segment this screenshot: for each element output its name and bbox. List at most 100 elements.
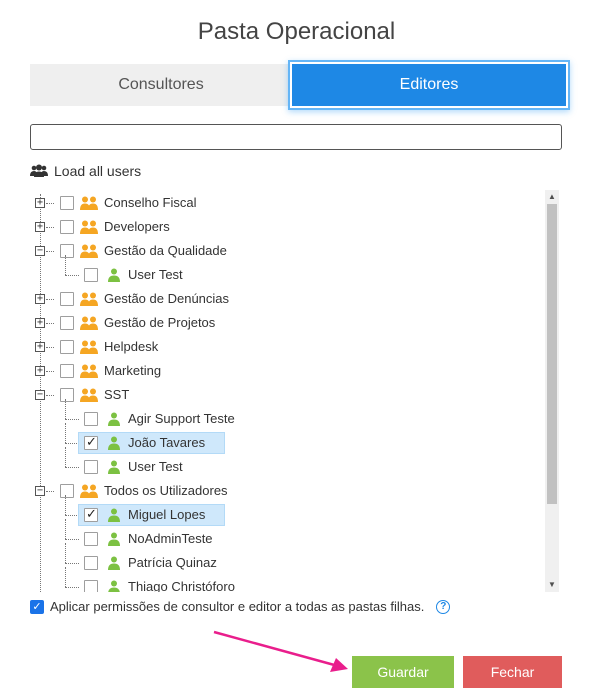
group-icon — [80, 316, 98, 335]
group-icon — [80, 364, 98, 383]
tree-branch-line — [65, 563, 79, 564]
tree-user-label[interactable]: NoAdminTeste — [128, 531, 213, 546]
help-icon[interactable]: ? — [436, 599, 451, 614]
user-icon — [108, 436, 120, 455]
group-checkbox[interactable] — [60, 364, 74, 378]
collapse-icon[interactable]: − — [35, 390, 45, 400]
user-icon — [108, 556, 120, 575]
dialog-title: Pasta Operacional — [197, 18, 396, 45]
group-icon — [80, 244, 98, 263]
user-checkbox[interactable] — [84, 434, 98, 450]
load-all-users-label: Load all users — [54, 163, 142, 179]
tree-branch-line — [46, 227, 54, 228]
group-checkbox[interactable] — [60, 292, 74, 306]
tree-user-label[interactable]: Miguel Lopes — [128, 507, 205, 522]
tree-child-guide-line — [65, 399, 66, 419]
group-checkbox[interactable] — [60, 484, 74, 498]
load-all-users-link[interactable]: Load all users — [30, 163, 141, 179]
close-button[interactable]: Fechar — [463, 656, 562, 688]
group-checkbox[interactable] — [60, 388, 74, 402]
group-icon — [80, 388, 98, 407]
user-checkbox[interactable] — [84, 268, 98, 282]
tree-user-label[interactable]: João Tavares — [128, 435, 205, 450]
tree-user-label[interactable]: User Test — [128, 267, 183, 282]
user-icon — [108, 412, 120, 431]
save-button[interactable]: Guardar — [352, 656, 454, 688]
group-icon — [80, 196, 98, 215]
expand-icon[interactable]: + — [35, 222, 45, 232]
tree-branch-line — [46, 395, 54, 396]
tree-branch-line — [46, 347, 54, 348]
expand-icon[interactable]: + — [35, 198, 45, 208]
group-checkbox[interactable] — [60, 316, 74, 330]
user-icon — [108, 580, 120, 592]
tab-bar: Consultores Editores — [30, 64, 566, 106]
apply-to-children-checkbox[interactable]: ✓ — [30, 599, 44, 614]
user-tree: + Conselho Fiscal + Developers − Gestão da Qu… — [30, 190, 560, 592]
tree-branch-line — [65, 419, 79, 420]
tree-group-label[interactable]: SST — [104, 387, 129, 402]
tree-branch-line — [65, 587, 79, 588]
tree-group-label[interactable]: Developers — [104, 219, 170, 234]
apply-to-children-label: Aplicar permissões de consultor e editor… — [50, 599, 425, 614]
user-checkbox[interactable] — [84, 580, 98, 592]
collapse-icon[interactable]: − — [35, 486, 45, 496]
expand-icon[interactable]: + — [35, 366, 45, 376]
group-checkbox[interactable] — [60, 196, 74, 210]
tree-child-guide-line — [65, 423, 66, 443]
group-checkbox[interactable] — [60, 340, 74, 354]
tree-child-guide-line — [65, 447, 66, 467]
tree-user-label[interactable]: Agir Support Teste — [128, 411, 235, 426]
user-checkbox[interactable] — [84, 412, 98, 426]
tree-group-label[interactable]: Todos os Utilizadores — [104, 483, 228, 498]
scroll-up-icon[interactable]: ▲ — [545, 190, 559, 204]
group-checkbox[interactable] — [60, 244, 74, 258]
tab-editores[interactable]: Editores — [292, 64, 566, 106]
user-icon — [108, 268, 120, 287]
tree-branch-line — [46, 491, 54, 492]
expand-icon[interactable]: + — [35, 342, 45, 352]
group-icon — [80, 340, 98, 359]
tree-branch-line — [46, 203, 54, 204]
scroll-down-icon[interactable]: ▼ — [545, 578, 559, 592]
user-checkbox[interactable] — [84, 532, 98, 546]
tree-group-label[interactable]: Gestão de Denúncias — [104, 291, 229, 306]
collapse-icon[interactable]: − — [35, 246, 45, 256]
group-checkbox[interactable] — [60, 220, 74, 234]
expand-icon[interactable]: + — [35, 294, 45, 304]
tree-branch-line — [65, 275, 79, 276]
user-checkbox[interactable] — [84, 506, 98, 522]
tree-branch-line — [65, 443, 79, 444]
user-icon — [108, 532, 120, 551]
annotation-arrow-icon — [213, 630, 348, 672]
tree-group-label[interactable]: Conselho Fiscal — [104, 195, 197, 210]
tree-user-label[interactable]: Thiago Christóforo — [128, 579, 235, 592]
tree-branch-line — [46, 371, 54, 372]
tree-child-guide-line — [65, 567, 66, 587]
group-icon — [80, 220, 98, 239]
tree-group-label[interactable]: Marketing — [104, 363, 161, 378]
user-tree-content: + Conselho Fiscal + Developers − Gestão da Qu… — [30, 190, 545, 592]
tree-branch-line — [46, 299, 54, 300]
tree-scrollbar[interactable]: ▲ ▼ — [545, 190, 559, 592]
tree-branch-line — [65, 515, 79, 516]
expand-icon[interactable]: + — [35, 318, 45, 328]
tree-group-label[interactable]: Helpdesk — [104, 339, 158, 354]
scrollbar-thumb[interactable] — [547, 204, 557, 504]
user-checkbox[interactable] — [84, 556, 98, 570]
apply-to-children-option: ✓ Aplicar permissões de consultor e edit… — [30, 599, 451, 614]
tree-child-guide-line — [65, 255, 66, 275]
search-input[interactable] — [30, 124, 562, 150]
tree-group-label[interactable]: Gestão de Projetos — [104, 315, 215, 330]
user-checkbox[interactable] — [84, 460, 98, 474]
user-icon — [108, 508, 120, 527]
tree-group-label[interactable]: Gestão da Qualidade — [104, 243, 227, 258]
users-icon — [30, 164, 48, 177]
tree-child-guide-line — [65, 519, 66, 539]
tree-branch-line — [65, 539, 79, 540]
tree-user-label[interactable]: Patrícia Quinaz — [128, 555, 217, 570]
tree-user-label[interactable]: User Test — [128, 459, 183, 474]
tree-child-guide-line — [65, 543, 66, 563]
group-icon — [80, 292, 98, 311]
tab-consultores[interactable]: Consultores — [30, 64, 292, 106]
